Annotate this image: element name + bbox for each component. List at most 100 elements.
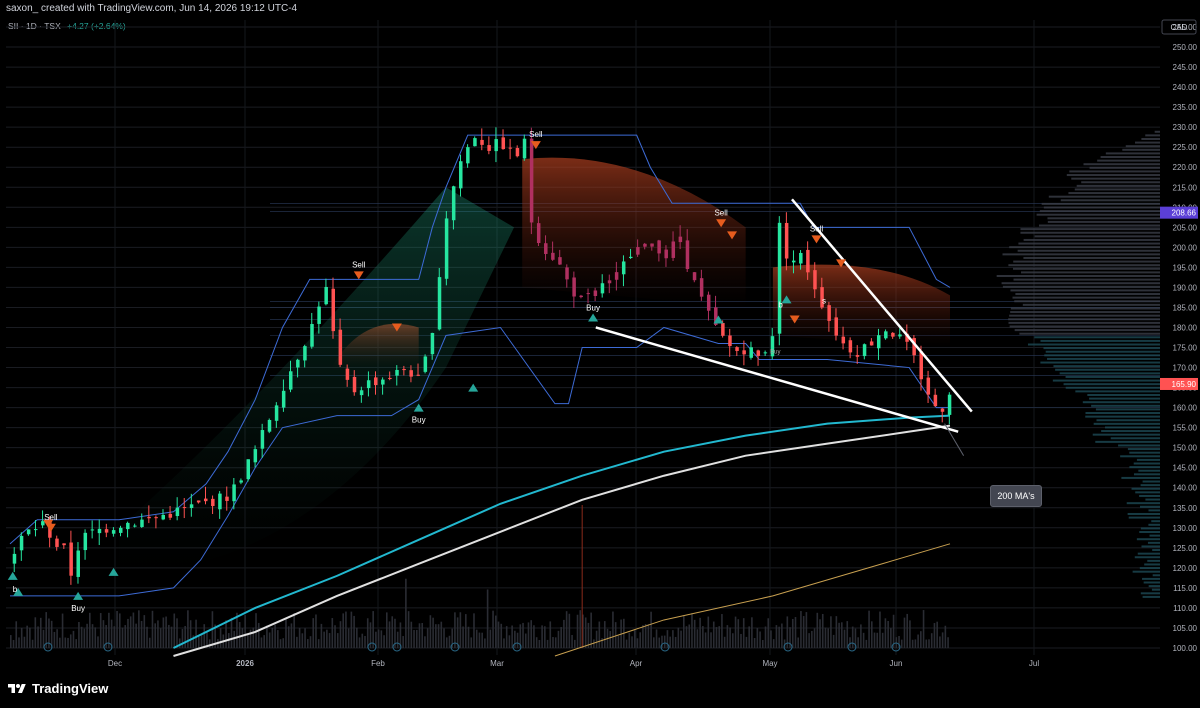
volume-bar (69, 634, 72, 648)
volume-bar (538, 639, 541, 648)
time-tick-label: Feb (371, 659, 385, 668)
volume-bar (241, 628, 244, 648)
volume-bar (849, 637, 851, 648)
candle-body (728, 335, 732, 347)
volume-profile-bar (1143, 581, 1160, 584)
price-tick-label: 200.00 (1173, 243, 1198, 252)
volume-profile-bar (1125, 145, 1160, 148)
time-tick-label: 2026 (236, 659, 254, 668)
volume-profile-bar (1040, 361, 1160, 364)
volume-bar (282, 638, 285, 648)
volume-bar (219, 628, 222, 648)
candle-body (409, 370, 413, 377)
candle-body (671, 241, 676, 258)
volume-profile-bar (1010, 311, 1160, 314)
volume-profile-bar (1140, 592, 1160, 595)
volume-bar (772, 639, 775, 648)
candle-body (876, 335, 881, 349)
volume-bar (862, 632, 865, 648)
candle-body (444, 218, 449, 279)
volume-bar (699, 617, 701, 648)
volume-bar (26, 625, 28, 648)
volume-bar (584, 617, 587, 648)
volume-bar (448, 635, 451, 648)
volume-profile-bar (1142, 595, 1160, 598)
volume-bar (549, 621, 552, 648)
volume-bar (29, 627, 31, 648)
candle-body (111, 530, 116, 534)
buy-triangle-icon (108, 567, 119, 576)
candle-body (827, 305, 831, 321)
volume-bar (666, 630, 669, 648)
volume-bar (426, 628, 429, 648)
volume-bar (415, 629, 418, 648)
volume-profile-bar (1009, 314, 1160, 317)
volume-profile-bar (1134, 556, 1160, 559)
volume-bar (301, 633, 304, 648)
volume-bar (636, 638, 639, 648)
volume-bar (157, 620, 159, 648)
candle-body (317, 306, 321, 324)
volume-bar (358, 637, 361, 648)
candle-body (345, 368, 350, 380)
price-chart[interactable]: SellSellSellSellSellBuyBuyBuybb sBuy 255.… (0, 0, 1200, 676)
price-tick-label: 180.00 (1173, 323, 1198, 332)
volume-profile-bar (1089, 166, 1160, 169)
volume-bar (326, 629, 328, 648)
volume-bar (271, 627, 274, 648)
volume-bar (203, 624, 206, 648)
candle-body (473, 138, 477, 147)
bull-cloud (118, 187, 515, 576)
volume-profile-bar (1022, 303, 1160, 306)
volume-bar (78, 621, 80, 648)
volume-bar (800, 611, 802, 648)
volume-profile-bar (1122, 148, 1160, 151)
candle-body (855, 355, 860, 357)
volume-bar (827, 628, 829, 648)
volume-profile-bar (1148, 509, 1160, 512)
volume-bar (445, 637, 448, 648)
candle-body (154, 517, 158, 519)
ma-annotation: 200 MA's (990, 485, 1042, 507)
volume-profile-bar (1045, 350, 1160, 353)
volume-bar (443, 628, 445, 648)
volume-bar (639, 632, 641, 648)
volume-profile-bar (1039, 210, 1160, 213)
volume-bar (527, 622, 530, 648)
candle-body (607, 280, 612, 284)
candle-body (699, 278, 704, 297)
candle-body (118, 527, 123, 533)
volume-bar (473, 613, 475, 648)
volume-profile-bar (1034, 336, 1160, 339)
volume-profile-bar (1014, 300, 1160, 303)
volume-bar (813, 628, 816, 648)
price-tick-label: 205.00 (1173, 223, 1198, 232)
candle-body (459, 161, 463, 189)
volume-profile-bar (1129, 451, 1160, 454)
volume-profile-bar (1087, 393, 1160, 396)
volume-bar (655, 629, 658, 648)
volume-profile-bar (1044, 354, 1160, 357)
tradingview-brand[interactable]: TradingView (8, 681, 108, 696)
volume-profile-bar (1120, 455, 1160, 458)
candle-body (62, 543, 66, 546)
volume-bar (791, 618, 794, 648)
volume-bar (691, 613, 693, 648)
volume-profile-bar (1093, 422, 1160, 425)
volume-bar (775, 625, 778, 648)
volume-bar (642, 625, 644, 648)
volume-profile-bar (1010, 289, 1160, 292)
volume-bar (909, 620, 911, 648)
volume-bar (612, 611, 614, 648)
candle-body (749, 347, 753, 358)
volume-bar (876, 632, 879, 648)
volume-bar (802, 616, 805, 648)
volume-bar (843, 629, 846, 648)
candle-body (848, 340, 853, 353)
volume-bar (208, 639, 211, 648)
volume-profile-bar (1140, 484, 1160, 487)
candle-body (104, 529, 109, 533)
volume-bar (494, 615, 497, 648)
candle-body (133, 525, 137, 527)
volume-bar (165, 616, 167, 648)
